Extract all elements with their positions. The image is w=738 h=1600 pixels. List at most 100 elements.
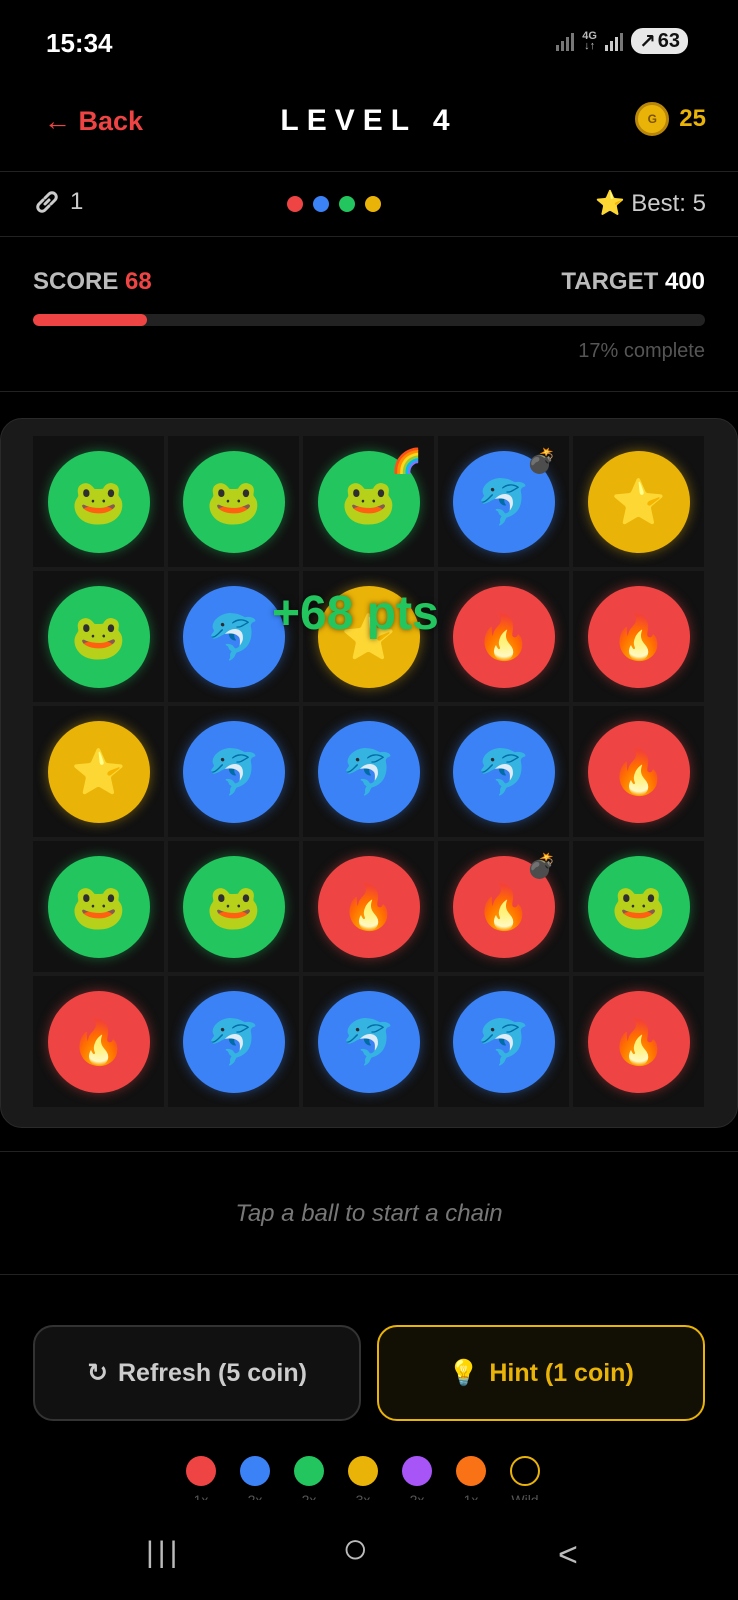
color-dots (287, 196, 381, 212)
red-ball[interactable]: 🔥 (587, 720, 690, 823)
legend-item: Wild (510, 1456, 540, 1500)
yellow-ball[interactable]: ⭐ (587, 450, 690, 553)
legend-dot (510, 1456, 540, 1486)
red-ball[interactable]: 🔥 (587, 990, 690, 1093)
legend-item: 2x (240, 1456, 270, 1500)
blue-ball[interactable]: 🐬 (317, 990, 420, 1093)
legend-dot (240, 1456, 270, 1486)
ball-icon: 🔥 (611, 747, 666, 797)
green-ball[interactable]: 🐸 (182, 450, 285, 553)
ball-icon: 🐸 (341, 477, 396, 527)
coin-icon: G (635, 102, 670, 136)
score-value: 68 (125, 268, 152, 295)
score-panel: SCORE 68 TARGET 400 17% complete (0, 238, 738, 392)
legend-label: 2x (247, 1492, 263, 1500)
ball-icon: 🐬 (206, 747, 261, 797)
instruction-area: Tap a ball to start a chain (0, 1151, 738, 1275)
chain-count: 1 (70, 188, 84, 215)
blue-ball[interactable]: 🐬 (182, 585, 285, 688)
ball-icon: ⭐ (71, 747, 126, 797)
ball-icon: 🐸 (206, 477, 261, 527)
board-cell: 🐬 💣 (438, 436, 569, 567)
hint-button[interactable]: 💡 Hint (1 coin) (377, 1325, 705, 1421)
green-ball[interactable]: 🐸 (587, 855, 690, 958)
legend-label: 1x (193, 1492, 209, 1500)
board-cell: 🐬 (438, 706, 569, 837)
nav-back-button[interactable]: < (558, 1536, 578, 1575)
ball-icon: 🐬 (341, 1017, 396, 1067)
chain-indicator: 1 (32, 187, 83, 217)
blue-ball[interactable]: 🐬 (317, 720, 420, 823)
green-ball[interactable]: 🐸 (182, 855, 285, 958)
powerup-badge-icon: 🌈 (391, 447, 422, 475)
legend-dot (348, 1456, 378, 1486)
green-ball[interactable]: 🐸 (47, 855, 150, 958)
board-cell: ⭐ (573, 436, 704, 567)
green-ball[interactable]: 🐸 🌈 (317, 448, 422, 553)
green-ball[interactable]: 🐸 (47, 585, 150, 688)
top-header: ← Back LEVEL 4 G 25 (0, 86, 738, 172)
recents-button[interactable]: ||| (146, 1536, 181, 1570)
ball-icon: 🐬 (476, 477, 531, 527)
blue-ball[interactable]: 🐬 (182, 720, 285, 823)
blue-ball[interactable]: 🐬 (452, 990, 555, 1093)
score-display: SCORE 68 (33, 268, 152, 295)
board-cell: 🔥 (573, 571, 704, 702)
ball-icon: 🐸 (71, 882, 126, 932)
coin-count: 25 (679, 105, 706, 132)
board-cell: 🐸 🌈 (303, 436, 434, 567)
board-cell: 🐬 (168, 976, 299, 1107)
board-cell: 🐸 (573, 841, 704, 972)
home-button[interactable]: ○ (342, 1524, 369, 1574)
color-dot (287, 196, 303, 212)
yellow-ball[interactable]: ⭐ (47, 720, 150, 823)
refresh-button[interactable]: ↻ Refresh (5 coin) (33, 1325, 361, 1421)
legend-item: 3x (348, 1456, 378, 1500)
coin-balance: G 25 (635, 102, 706, 136)
signal-icon (556, 31, 575, 51)
status-icons: 4G ↓↑ ↗ 63 (556, 28, 688, 54)
lightbulb-icon: 💡 (448, 1358, 480, 1387)
powerup-badge-icon: 💣 (526, 852, 557, 880)
ball-icon: 🐬 (206, 612, 261, 662)
blue-ball[interactable]: 🐬 (182, 990, 285, 1093)
ball-icon: 🔥 (341, 882, 396, 932)
legend-item: 1x (456, 1456, 486, 1500)
color-dot (339, 196, 355, 212)
progress-fill (33, 314, 148, 326)
legend-dot (402, 1456, 432, 1486)
red-ball[interactable]: 🔥 (317, 855, 420, 958)
legend-label: 2x (409, 1492, 425, 1500)
board-cell: 🔥 (573, 706, 704, 837)
instruction-text: Tap a ball to start a chain (235, 1200, 503, 1227)
board-cell: 🐸 (33, 571, 164, 702)
ball-icon: 🔥 (476, 882, 531, 932)
legend-item: 1x (186, 1456, 216, 1500)
link-icon (36, 191, 58, 213)
board-cell: 🔥 (438, 571, 569, 702)
blue-ball[interactable]: 🐬 (452, 720, 555, 823)
red-ball[interactable]: 🔥 (587, 585, 690, 688)
network-type: 4G ↓↑ (582, 30, 597, 52)
red-ball[interactable]: 🔥 (47, 990, 150, 1093)
blue-ball[interactable]: 🐬 💣 (452, 448, 557, 553)
info-row: 1 ⭐ Best: 5 (0, 173, 738, 237)
board-cell: ⭐ (33, 706, 164, 837)
board-cell: 🐬 (303, 976, 434, 1107)
board-cell: 🔥 (573, 976, 704, 1107)
status-bar: 15:34 4G ↓↑ ↗ 63 (0, 0, 738, 86)
color-dot (365, 196, 381, 212)
legend-item: 2x (294, 1456, 324, 1500)
ball-icon: 🐬 (341, 747, 396, 797)
red-ball[interactable]: 🔥 (452, 585, 555, 688)
board-cell: 🐬 (303, 706, 434, 837)
green-ball[interactable]: 🐸 (47, 450, 150, 553)
legend-dot (456, 1456, 486, 1486)
red-ball[interactable]: 🔥 💣 (452, 853, 557, 958)
board-cell: 🐸 (33, 436, 164, 567)
legend-dot (294, 1456, 324, 1486)
battery-saver-icon: ↗ (638, 30, 656, 53)
color-dot (313, 196, 329, 212)
board-cell: 🔥 (303, 841, 434, 972)
ball-icon: ⭐ (611, 477, 666, 527)
